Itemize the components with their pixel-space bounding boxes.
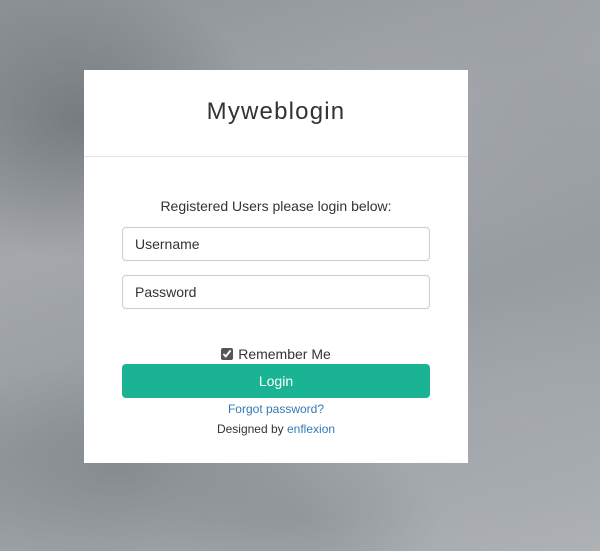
designed-by-prefix: Designed by xyxy=(216,422,284,436)
remember-me-label[interactable]: Remember Me xyxy=(238,346,331,362)
card-header: Myweblogin xyxy=(84,70,468,157)
remember-me-row: Remember Me xyxy=(84,346,468,362)
login-button[interactable]: Login xyxy=(122,364,430,398)
username-input[interactable] xyxy=(122,227,430,261)
remember-me-checkbox[interactable] xyxy=(221,348,234,360)
forgot-password-row: Forgot password? xyxy=(84,402,468,416)
site-title: Myweblogin xyxy=(206,98,346,125)
designed-by: Designed by enflexion xyxy=(84,422,468,436)
login-card: Myweblogin Registered Users please login… xyxy=(84,70,468,463)
login-intro-text: Registered Users please login below: xyxy=(160,198,392,214)
password-input[interactable] xyxy=(122,275,430,309)
designer-link[interactable]: enflexion xyxy=(287,422,335,436)
login-page: { "header": { "title": "Myweblogin" }, "… xyxy=(0,0,600,551)
forgot-password-link[interactable]: Forgot password? xyxy=(228,402,324,416)
